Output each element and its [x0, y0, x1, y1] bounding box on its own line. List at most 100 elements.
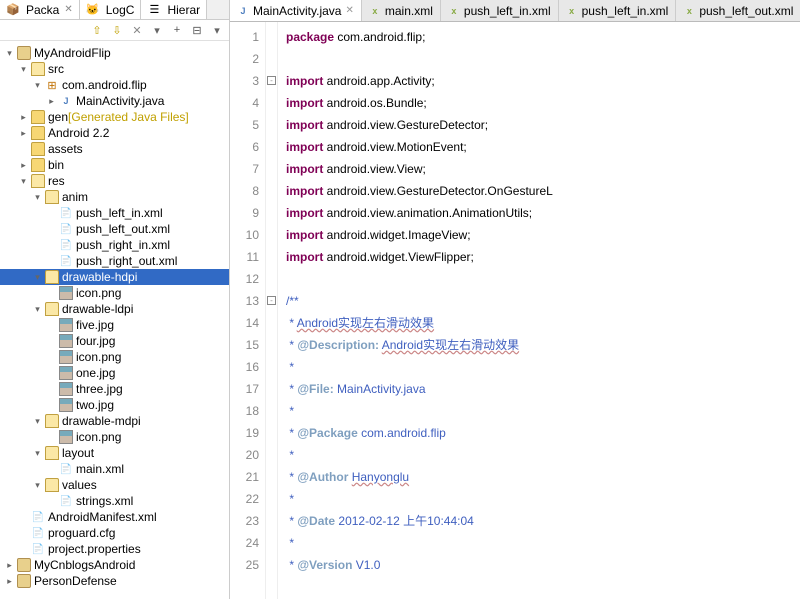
fold-toggle[interactable]: - — [267, 296, 276, 305]
tree-item[interactable]: proguard.cfg — [0, 525, 229, 541]
caret-icon[interactable] — [46, 368, 57, 379]
tree-item[interactable]: gen [Generated Java Files] — [0, 109, 229, 125]
toolbar-menu-button[interactable] — [149, 22, 165, 38]
caret-icon[interactable] — [46, 400, 57, 411]
toolbar-x-button[interactable] — [129, 22, 145, 38]
caret-icon[interactable] — [32, 448, 43, 459]
code-line[interactable]: import android.view.GestureDetector.OnGe… — [286, 180, 792, 202]
view-tab[interactable]: 🐱LogC — [80, 0, 142, 19]
caret-icon[interactable] — [46, 224, 57, 235]
tree-item[interactable]: project.properties — [0, 541, 229, 557]
code-line[interactable]: * @Author Hanyonglu — [286, 466, 792, 488]
caret-icon[interactable] — [32, 480, 43, 491]
code-line[interactable]: * Android实现左右滑动效果 — [286, 312, 792, 334]
tree-item[interactable]: MainActivity.java — [0, 93, 229, 109]
code-line[interactable]: import android.view.MotionEvent; — [286, 136, 792, 158]
tree-item[interactable]: two.jpg — [0, 397, 229, 413]
tree-item[interactable]: src — [0, 61, 229, 77]
tree-item[interactable]: icon.png — [0, 285, 229, 301]
code-line[interactable] — [286, 48, 792, 70]
tree-item[interactable]: anim — [0, 189, 229, 205]
caret-icon[interactable] — [18, 160, 29, 171]
caret-icon[interactable] — [18, 128, 29, 139]
toolbar-eq-button[interactable] — [189, 22, 205, 38]
caret-icon[interactable] — [18, 544, 29, 555]
caret-icon[interactable] — [46, 240, 57, 251]
caret-icon[interactable] — [46, 496, 57, 507]
caret-icon[interactable] — [18, 144, 29, 155]
editor-tab[interactable]: main.xml — [362, 0, 441, 21]
tree-item[interactable]: AndroidManifest.xml — [0, 509, 229, 525]
code-content[interactable]: package com.android.flip; import android… — [278, 22, 800, 599]
code-line[interactable]: * @Description: Android实现左右滑动效果 — [286, 334, 792, 356]
code-line[interactable]: * — [286, 400, 792, 422]
caret-icon[interactable] — [32, 80, 43, 91]
caret-icon[interactable] — [4, 560, 15, 571]
caret-icon[interactable] — [18, 64, 29, 75]
caret-icon[interactable] — [32, 192, 43, 203]
tree-item[interactable]: icon.png — [0, 429, 229, 445]
code-line[interactable]: * @Version V1.0 — [286, 554, 792, 576]
tree-item[interactable]: com.android.flip — [0, 77, 229, 93]
code-line[interactable]: * — [286, 532, 792, 554]
tree-item[interactable]: push_right_out.xml — [0, 253, 229, 269]
caret-icon[interactable] — [18, 112, 29, 123]
tree-item[interactable]: four.jpg — [0, 333, 229, 349]
tree-item[interactable]: res — [0, 173, 229, 189]
caret-icon[interactable] — [46, 432, 57, 443]
editor-tab[interactable]: push_left_in.xml — [441, 0, 559, 21]
tree-item[interactable]: push_right_in.xml — [0, 237, 229, 253]
tree-item[interactable]: PersonDefense — [0, 573, 229, 589]
toolbar-plus-button[interactable] — [169, 22, 185, 38]
editor-tab[interactable]: push_left_in.xml — [559, 0, 677, 21]
tree-item[interactable]: drawable-hdpi — [0, 269, 229, 285]
tree-item[interactable]: assets — [0, 141, 229, 157]
editor-tab[interactable]: MainActivity.java✕ — [230, 0, 362, 22]
tree-item[interactable]: Android 2.2 — [0, 125, 229, 141]
tree-item[interactable]: five.jpg — [0, 317, 229, 333]
caret-icon[interactable] — [46, 96, 57, 107]
code-line[interactable]: import android.view.GestureDetector; — [286, 114, 792, 136]
tree-item[interactable]: values — [0, 477, 229, 493]
code-editor[interactable]: 1234567891011121314151617181920212223242… — [230, 22, 800, 599]
tree-item[interactable]: strings.xml — [0, 493, 229, 509]
close-icon[interactable]: ✕ — [345, 5, 353, 16]
tree-item[interactable]: MyCnblogsAndroid — [0, 557, 229, 573]
code-line[interactable]: * — [286, 444, 792, 466]
editor-tab[interactable]: push_left_out.xml — [676, 0, 800, 21]
tree-item[interactable]: one.jpg — [0, 365, 229, 381]
caret-icon[interactable] — [4, 576, 15, 587]
code-line[interactable]: package com.android.flip; — [286, 26, 792, 48]
fold-column[interactable]: -- — [266, 22, 278, 599]
caret-icon[interactable] — [46, 384, 57, 395]
caret-icon[interactable] — [46, 352, 57, 363]
code-line[interactable]: import android.widget.ImageView; — [286, 224, 792, 246]
caret-icon[interactable] — [46, 464, 57, 475]
code-line[interactable]: import android.view.animation.AnimationU… — [286, 202, 792, 224]
toolbar-down-button[interactable] — [109, 22, 125, 38]
caret-icon[interactable] — [18, 176, 29, 187]
tree-item[interactable]: drawable-mdpi — [0, 413, 229, 429]
fold-toggle[interactable]: - — [267, 76, 276, 85]
caret-icon[interactable] — [32, 416, 43, 427]
code-line[interactable]: import android.app.Activity; — [286, 70, 792, 92]
code-line[interactable]: * — [286, 488, 792, 510]
code-line[interactable] — [286, 268, 792, 290]
code-line[interactable]: * @Package com.android.flip — [286, 422, 792, 444]
code-line[interactable]: /** — [286, 290, 792, 312]
tree-item[interactable]: main.xml — [0, 461, 229, 477]
caret-icon[interactable] — [32, 304, 43, 315]
toolbar-up-button[interactable] — [89, 22, 105, 38]
caret-icon[interactable] — [18, 512, 29, 523]
caret-icon[interactable] — [46, 208, 57, 219]
caret-icon[interactable] — [46, 288, 57, 299]
caret-icon[interactable] — [46, 256, 57, 267]
code-line[interactable]: import android.widget.ViewFlipper; — [286, 246, 792, 268]
tree-item[interactable]: icon.png — [0, 349, 229, 365]
tree-item[interactable]: layout — [0, 445, 229, 461]
view-tab[interactable]: 📦Packa✕ — [0, 0, 80, 19]
caret-icon[interactable] — [46, 336, 57, 347]
code-line[interactable]: * @Date 2012-02-12 上午10:44:04 — [286, 510, 792, 532]
caret-icon[interactable] — [32, 272, 43, 283]
code-line[interactable]: import android.os.Bundle; — [286, 92, 792, 114]
